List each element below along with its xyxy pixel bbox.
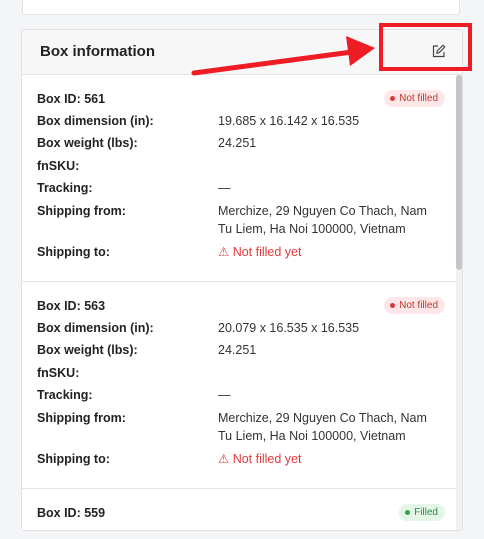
shipping-from-line2: Tu Liem, Ha Noi 100000, Vietnam: [218, 222, 406, 236]
scrollbar-thumb[interactable]: [456, 75, 462, 270]
dimension-label: Box dimension (in):: [37, 114, 154, 128]
weight-label: Box weight (lbs):: [37, 136, 138, 150]
box-item-563: Box ID: 563 Not filled Box dimension (in…: [22, 282, 462, 489]
box-id-label: Box ID: 559: [37, 506, 106, 520]
warning-icon: ⚠: [218, 452, 230, 466]
box-item-561: Box ID: 561 Not filled Box dimension (in…: [22, 75, 462, 282]
status-dot: [390, 303, 396, 308]
edit-button[interactable]: [430, 42, 448, 60]
shipping-from-line1: Merchize, 29 Nguyen Co Thach, Nam: [218, 411, 427, 425]
dimension-value: 19.685 x 16.142 x 16.535: [218, 114, 360, 128]
tracking-label: Tracking:: [37, 181, 93, 195]
status-badge: Not filled: [384, 297, 445, 314]
box-id-label: Box ID: 563: [37, 299, 106, 313]
weight-label: Box weight (lbs):: [37, 343, 138, 357]
tracking-value: —: [218, 388, 231, 402]
box-item-559: Box ID: 559 Filled: [22, 489, 462, 530]
panel-title: Box information: [40, 43, 155, 60]
fnsku-label: fnSKU:: [37, 366, 80, 380]
status-dot: [390, 96, 396, 101]
previous-card: [22, 0, 460, 15]
dimension-label: Box dimension (in):: [37, 321, 154, 335]
dimension-value: 20.079 x 16.535 x 16.535: [218, 321, 360, 335]
weight-value: 24.251: [218, 343, 257, 357]
tracking-label: Tracking:: [37, 388, 93, 402]
fnsku-label: fnSKU:: [37, 159, 80, 173]
shipping-from-line2: Tu Liem, Ha Noi 100000, Vietnam: [218, 429, 406, 443]
shipping-from-line1: Merchize, 29 Nguyen Co Thach, Nam: [218, 204, 427, 218]
shipping-to-label: Shipping to:: [37, 452, 110, 466]
status-text: Not filled: [399, 93, 438, 104]
shipping-to-label: Shipping to:: [37, 245, 110, 259]
shipping-from-label: Shipping from:: [37, 411, 126, 425]
status-text: Not filled: [399, 300, 438, 311]
status-dot: [405, 510, 411, 515]
panel-header: Box information: [22, 30, 462, 75]
shipping-to-value: ⚠ Not filled yet: [218, 452, 302, 466]
weight-value: 24.251: [218, 136, 257, 150]
warning-icon: ⚠: [218, 245, 230, 259]
shipping-to-value: ⚠ Not filled yet: [218, 245, 302, 259]
status-text: Filled: [414, 507, 438, 518]
box-list[interactable]: Box ID: 561 Not filled Box dimension (in…: [22, 75, 462, 530]
edit-icon: [432, 44, 446, 58]
box-information-panel: Box information Box ID: 561 Not filled B…: [21, 29, 463, 531]
shipping-from-label: Shipping from:: [37, 204, 126, 218]
status-badge: Not filled: [384, 90, 445, 107]
tracking-value: —: [218, 181, 231, 195]
box-id-label: Box ID: 561: [37, 92, 106, 106]
status-badge: Filled: [399, 504, 445, 521]
